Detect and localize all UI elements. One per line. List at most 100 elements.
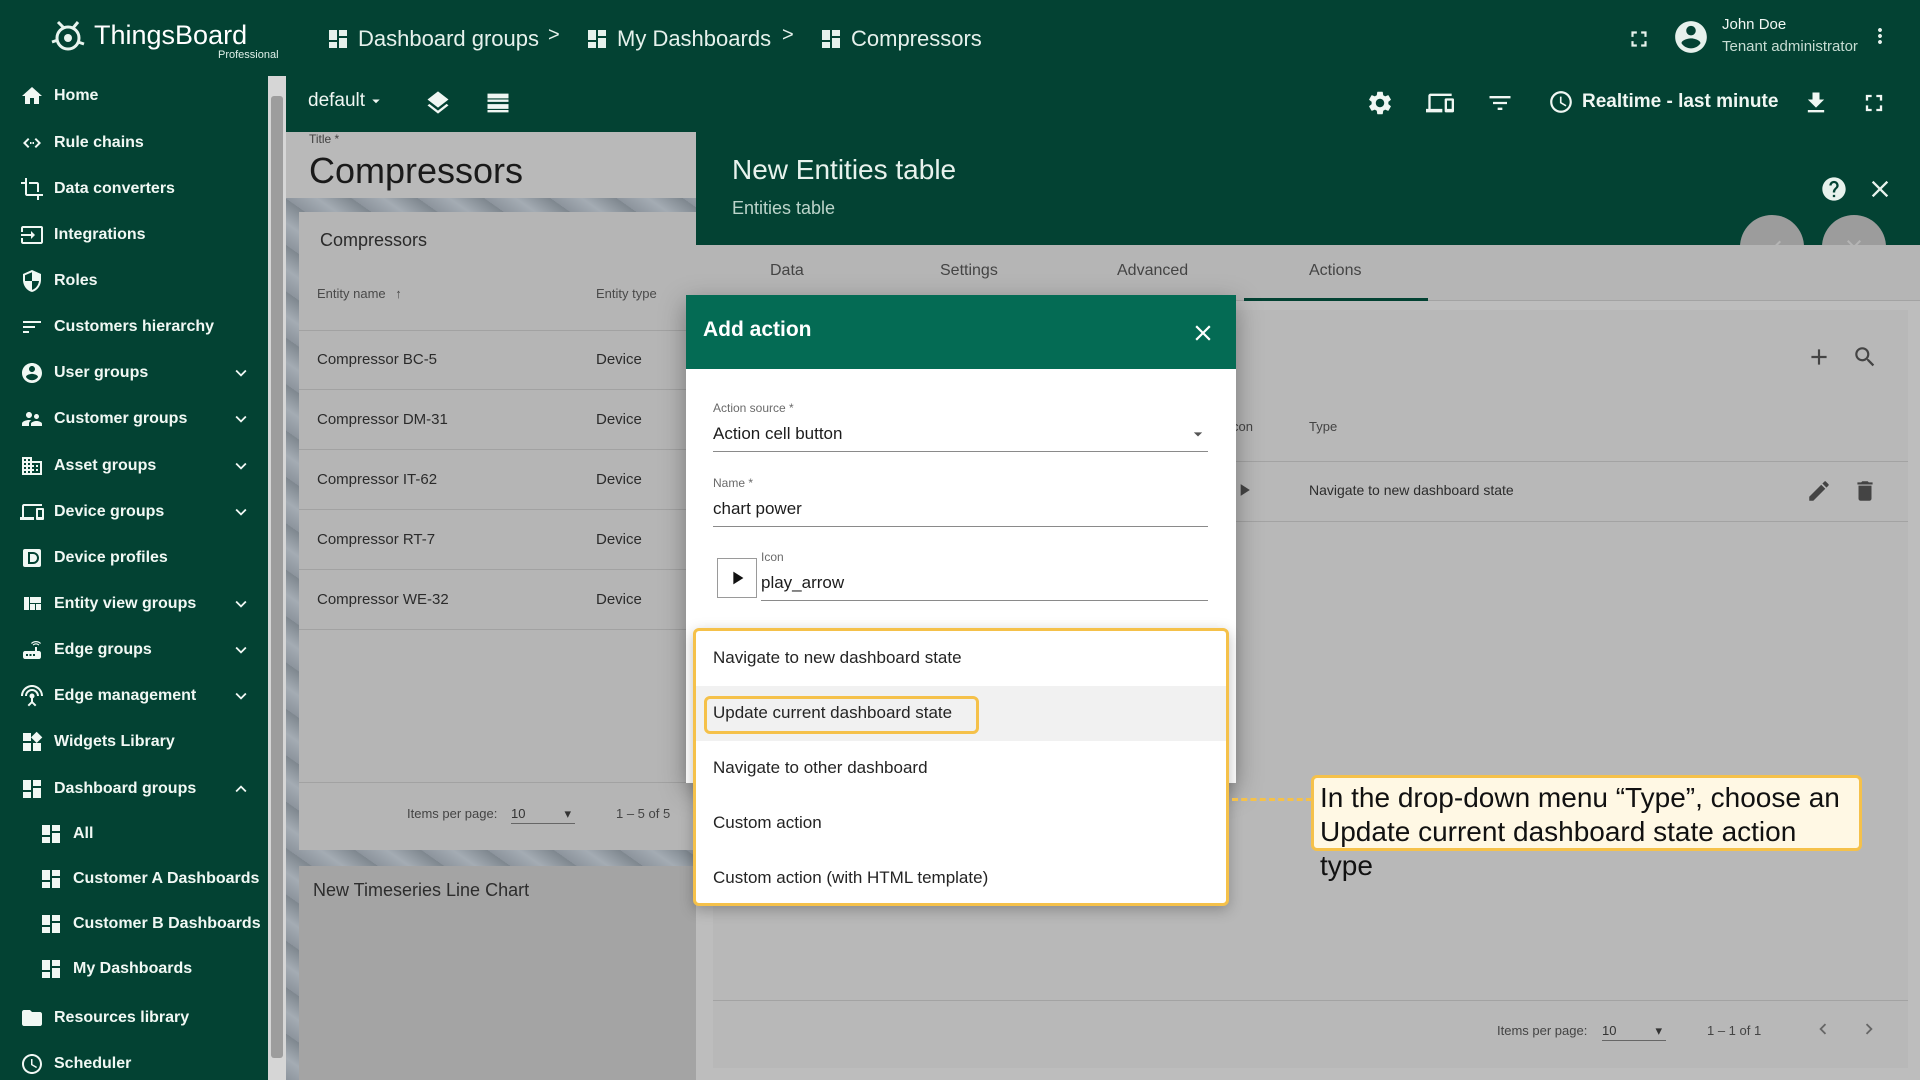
items-per-page-select[interactable]: 10 ▾ <box>1602 1023 1666 1041</box>
fullscreen-icon[interactable] <box>1860 89 1888 117</box>
items-per-page-label: Items per page: <box>407 806 498 821</box>
sidebar-item-label: User groups <box>54 364 149 381</box>
dashboard-icon <box>39 957 63 981</box>
fullscreen-icon[interactable] <box>1626 26 1652 52</box>
sidebar-item-customer-groups[interactable]: Customer groups <box>0 397 268 441</box>
sidebar-item-customer-a-dashboards[interactable]: Customer A Dashboards <box>0 857 268 901</box>
sidebar-item-rule-chains[interactable]: Rule chains <box>0 121 268 165</box>
filter-list-icon[interactable] <box>1486 89 1514 117</box>
chevron-left-icon[interactable] <box>1812 1018 1834 1040</box>
sidebar-item-customer-b-dashboards[interactable]: Customer B Dashboards <box>0 902 268 946</box>
layers-icon[interactable] <box>424 89 452 117</box>
cell-entity-type: Device <box>596 591 642 608</box>
tab-settings[interactable]: Settings <box>940 262 998 280</box>
chevron-right-icon[interactable] <box>1858 1018 1880 1040</box>
items-per-page-select[interactable]: 10 ▾ <box>511 806 575 824</box>
items-per-page-value: 10 <box>1602 1023 1617 1038</box>
view-quilt-icon <box>20 592 44 616</box>
dashboard-title[interactable]: Compressors <box>309 150 523 192</box>
help-icon[interactable] <box>1820 175 1848 203</box>
sidebar-item-roles[interactable]: Roles <box>0 259 268 303</box>
sidebar-item-label: Scheduler <box>54 1055 132 1072</box>
field-underline <box>713 451 1208 452</box>
breadcrumb-label: My Dashboards <box>617 26 772 51</box>
cell-entity-name: Compressor RT-7 <box>317 531 436 548</box>
timewindow-button[interactable]: Realtime - last minute <box>1548 89 1778 115</box>
dashboard-icon <box>39 867 63 891</box>
avatar[interactable] <box>1672 18 1710 56</box>
delete-icon[interactable] <box>1852 478 1878 504</box>
sidebar-item-asset-groups[interactable]: Asset groups <box>0 444 268 488</box>
sidebar-item-label: Customers hierarchy <box>54 318 215 335</box>
devices-icon[interactable] <box>1426 89 1454 117</box>
more-vert-icon[interactable] <box>1868 24 1892 52</box>
tab-actions[interactable]: Actions <box>1309 262 1361 280</box>
option-navigate-new-state[interactable]: Navigate to new dashboard state <box>696 631 1226 686</box>
dashboard-icon <box>39 912 63 936</box>
icon-input[interactable]: play_arrow <box>761 573 844 593</box>
search-icon[interactable] <box>1852 344 1878 370</box>
column-header-entity-type[interactable]: Entity type <box>596 286 657 301</box>
sidebar-item-edge-groups[interactable]: Edge groups <box>0 628 268 672</box>
option-label: Navigate to new dashboard state <box>713 648 962 667</box>
arrow-drop-down-icon: ▾ <box>1655 1023 1662 1038</box>
cell-entity-name: Compressor WE-32 <box>317 591 449 608</box>
sidebar-item-resources-library[interactable]: Resources library <box>0 996 268 1040</box>
breadcrumb-my-dashboards[interactable]: My Dashboards <box>585 24 771 54</box>
sidebar-item-widgets-library[interactable]: Widgets Library <box>0 720 268 764</box>
widget-title: Compressors <box>320 230 428 250</box>
crop-icon <box>20 177 44 201</box>
sidebar-item-customers-hierarchy[interactable]: Customers hierarchy <box>0 305 268 349</box>
close-icon[interactable] <box>1866 175 1894 203</box>
sidebar-item-all[interactable]: All <box>0 812 268 856</box>
breadcrumb-label: Compressors <box>851 26 982 51</box>
widget-editor-title: New Entities table <box>732 154 957 185</box>
option-custom-action[interactable]: Custom action <box>696 796 1226 851</box>
tab-data[interactable]: Data <box>770 262 804 280</box>
tab-advanced[interactable]: Advanced <box>1117 262 1188 280</box>
breadcrumb-separator: > <box>548 24 560 46</box>
widgets-icon <box>20 730 44 754</box>
edit-icon[interactable] <box>1806 478 1832 504</box>
name-input[interactable]: chart power <box>713 499 802 519</box>
play-arrow-icon <box>1234 480 1254 500</box>
widget-editor-tabs <box>696 245 1920 301</box>
arrow-drop-down-icon <box>1188 424 1208 444</box>
icon-picker-button[interactable] <box>717 558 757 598</box>
sidebar-scrollbar-thumb[interactable] <box>271 96 283 1058</box>
dashboard-state-select[interactable]: default <box>308 90 385 112</box>
option-navigate-other-dashboard[interactable]: Navigate to other dashboard <box>696 741 1226 796</box>
gear-icon[interactable] <box>1366 89 1394 117</box>
sidebar-item-device-profiles[interactable]: Device profiles <box>0 536 268 580</box>
chevron-down-icon <box>230 501 252 523</box>
breadcrumb-label: Dashboard groups <box>358 26 540 51</box>
sidebar-item-scheduler[interactable]: Scheduler <box>0 1042 268 1080</box>
sidebar-item-dashboard-groups[interactable]: Dashboard groups <box>0 767 268 811</box>
column-header-entity-name[interactable]: Entity name ↑ <box>317 286 402 301</box>
dashboard-icon <box>20 777 44 801</box>
sidebar-item-home[interactable]: Home <box>0 74 268 118</box>
cell-entity-type: Device <box>596 351 642 368</box>
breadcrumb-dashboard-groups[interactable]: Dashboard groups <box>326 24 539 54</box>
option-highlight-box <box>704 696 979 734</box>
sidebar-item-label: Asset groups <box>54 457 157 474</box>
sidebar-item-entity-view-groups[interactable]: Entity view groups <box>0 582 268 626</box>
brand-name: ThingsBoard <box>94 20 248 50</box>
sidebar-item-edge-management[interactable]: Edge management <box>0 674 268 718</box>
add-icon[interactable] <box>1806 344 1832 370</box>
logo[interactable]: ThingsBoard Professional <box>48 16 279 62</box>
view-agenda-icon[interactable] <box>484 89 512 117</box>
sidebar-item-integrations[interactable]: Integrations <box>0 213 268 257</box>
sidebar-item-device-groups[interactable]: Device groups <box>0 490 268 534</box>
column-header-label: Entity name <box>317 286 386 301</box>
sidebar-item-my-dashboards[interactable]: My Dashboards <box>0 947 268 991</box>
action-source-select[interactable]: Action cell button <box>713 424 842 444</box>
option-custom-action-html[interactable]: Custom action (with HTML template) <box>696 851 1226 906</box>
sidebar-item-label: Device profiles <box>54 549 168 566</box>
sidebar-item-user-groups[interactable]: User groups <box>0 351 268 395</box>
sidebar-item-data-converters[interactable]: Data converters <box>0 167 268 211</box>
home-icon <box>20 84 44 108</box>
download-icon[interactable] <box>1802 89 1830 117</box>
brand-edition: Professional <box>218 49 279 61</box>
close-icon[interactable] <box>1190 320 1216 346</box>
